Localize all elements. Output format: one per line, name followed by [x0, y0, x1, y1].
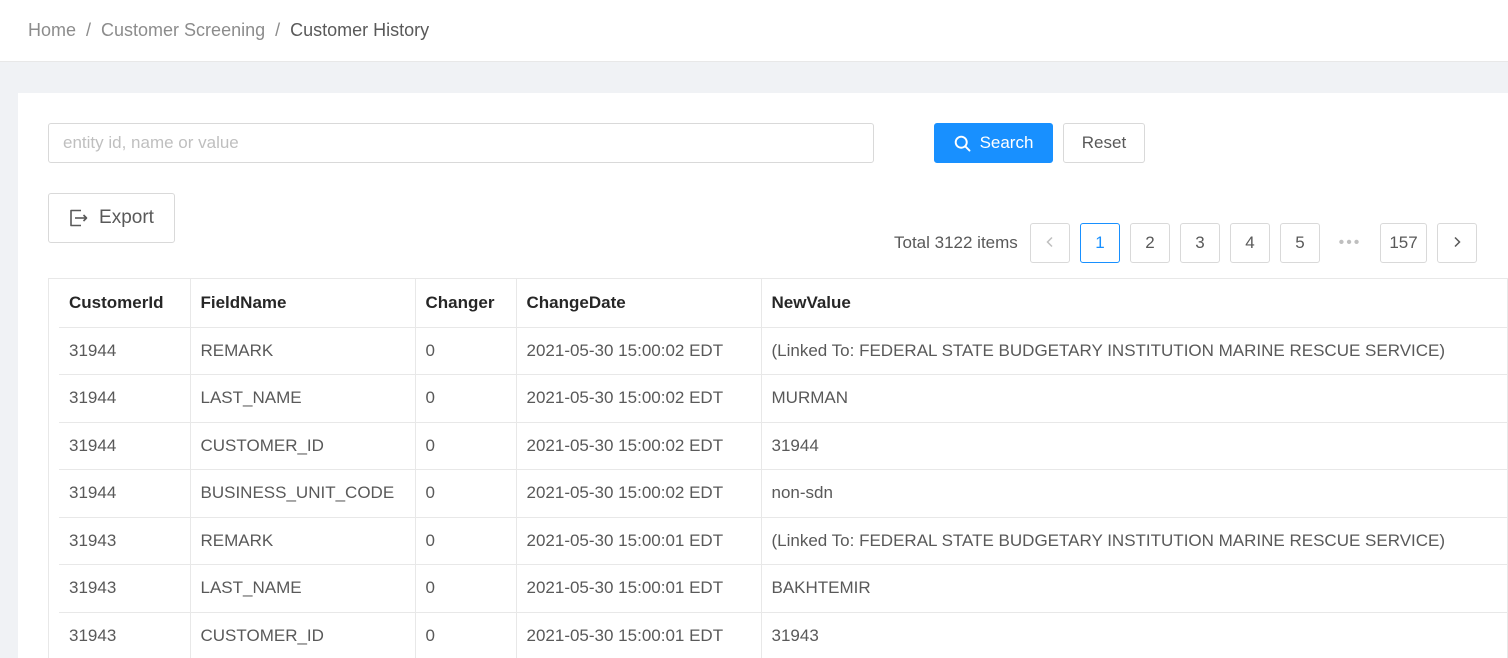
cell-change-date: 2021-05-30 15:00:02 EDT [515, 327, 761, 375]
cell-new-value: 31943 [760, 612, 1507, 658]
column-header-field-name[interactable]: FieldName [189, 279, 415, 328]
pagination-page-1[interactable]: 1 [1080, 223, 1120, 263]
breadcrumb-home[interactable]: Home [28, 20, 76, 41]
table-row[interactable]: 31943 LAST_NAME 0 2021-05-30 15:00:01 ED… [59, 564, 1507, 613]
cell-customer-id: 31943 [59, 517, 190, 565]
breadcrumb-separator: / [86, 20, 92, 40]
cell-field-name: LAST_NAME [189, 374, 415, 423]
cell-change-date: 2021-05-30 15:00:02 EDT [515, 374, 761, 423]
search-button-label: Search [979, 133, 1034, 152]
cell-changer: 0 [414, 422, 516, 470]
table-row[interactable]: 31944 BUSINESS_UNIT_CODE 0 2021-05-30 15… [59, 469, 1507, 518]
cell-customer-id: 31944 [59, 327, 190, 375]
cell-new-value: (Linked To: FEDERAL STATE BUDGETARY INST… [760, 517, 1507, 565]
cell-new-value: (Linked To: FEDERAL STATE BUDGETARY INST… [760, 327, 1507, 375]
cell-field-name: REMARK [189, 327, 415, 375]
cell-changer: 0 [414, 374, 516, 423]
pagination-page-3[interactable]: 3 [1180, 223, 1220, 263]
cell-change-date: 2021-05-30 15:00:01 EDT [515, 564, 761, 613]
pagination-prev-button[interactable] [1030, 223, 1070, 263]
cell-customer-id: 31944 [59, 374, 190, 423]
column-header-new-value[interactable]: NewValue [760, 279, 1507, 328]
cell-changer: 0 [414, 564, 516, 613]
search-icon [954, 135, 971, 152]
pagination-page-last[interactable]: 157 [1380, 223, 1427, 263]
pagination-total: Total 3122 items [894, 233, 1018, 252]
breadcrumb-current: Customer History [290, 20, 430, 40]
cell-customer-id: 31943 [59, 564, 190, 613]
cell-field-name: CUSTOMER_ID [189, 422, 415, 470]
chevron-left-icon [1044, 233, 1056, 253]
cell-field-name: CUSTOMER_ID [189, 612, 415, 658]
cell-customer-id: 31944 [59, 422, 190, 470]
breadcrumb-customer-screening[interactable]: Customer Screening [101, 20, 265, 41]
history-table: CustomerId FieldName Changer ChangeDate … [59, 279, 1507, 658]
column-header-changer[interactable]: Changer [414, 279, 516, 328]
table-row[interactable]: 31944 REMARK 0 2021-05-30 15:00:02 EDT (… [59, 327, 1507, 375]
content-card: Search Reset Export Total 3122 items 1 2… [18, 93, 1508, 658]
table-row[interactable]: 31943 CUSTOMER_ID 0 2021-05-30 15:00:01 … [59, 612, 1507, 658]
cell-field-name: LAST_NAME [189, 564, 415, 613]
cell-field-name: REMARK [189, 517, 415, 565]
pagination-page-2[interactable]: 2 [1130, 223, 1170, 263]
cell-customer-id: 31943 [59, 612, 190, 658]
pagination-next-button[interactable] [1437, 223, 1477, 263]
cell-changer: 0 [414, 469, 516, 518]
cell-changer: 0 [414, 327, 516, 375]
table-row[interactable]: 31944 LAST_NAME 0 2021-05-30 15:00:02 ED… [59, 374, 1507, 423]
table-header-row: CustomerId FieldName Changer ChangeDate … [59, 279, 1507, 328]
cell-change-date: 2021-05-30 15:00:02 EDT [515, 422, 761, 470]
search-input[interactable] [48, 123, 874, 163]
pagination-page-4[interactable]: 4 [1230, 223, 1270, 263]
history-table-container: CustomerId FieldName Changer ChangeDate … [48, 278, 1508, 658]
cell-new-value: MURMAN [760, 374, 1507, 423]
reset-button[interactable]: Reset [1063, 123, 1145, 163]
pagination-ellipsis[interactable]: ••• [1330, 223, 1370, 263]
breadcrumb-separator: / [275, 20, 281, 40]
pagination: Total 3122 items 1 2 3 4 5 ••• 157 [18, 223, 1508, 263]
cell-new-value: BAKHTEMIR [760, 564, 1507, 613]
cell-change-date: 2021-05-30 15:00:01 EDT [515, 612, 761, 658]
pagination-page-5[interactable]: 5 [1280, 223, 1320, 263]
cell-new-value: non-sdn [760, 469, 1507, 518]
cell-change-date: 2021-05-30 15:00:01 EDT [515, 517, 761, 565]
cell-changer: 0 [414, 517, 516, 565]
cell-change-date: 2021-05-30 15:00:02 EDT [515, 469, 761, 518]
cell-field-name: BUSINESS_UNIT_CODE [189, 469, 415, 518]
table-row[interactable]: 31943 REMARK 0 2021-05-30 15:00:01 EDT (… [59, 517, 1507, 565]
table-row[interactable]: 31944 CUSTOMER_ID 0 2021-05-30 15:00:02 … [59, 422, 1507, 470]
breadcrumb: Home / Customer Screening / Customer His… [28, 20, 429, 41]
chevron-right-icon [1451, 233, 1463, 253]
cell-changer: 0 [414, 612, 516, 658]
column-header-customer-id[interactable]: CustomerId [59, 279, 190, 328]
page-header: Home / Customer Screening / Customer His… [0, 0, 1508, 62]
cell-customer-id: 31944 [59, 469, 190, 518]
column-header-change-date[interactable]: ChangeDate [515, 279, 761, 328]
cell-new-value: 31944 [760, 422, 1507, 470]
search-button[interactable]: Search [934, 123, 1053, 163]
